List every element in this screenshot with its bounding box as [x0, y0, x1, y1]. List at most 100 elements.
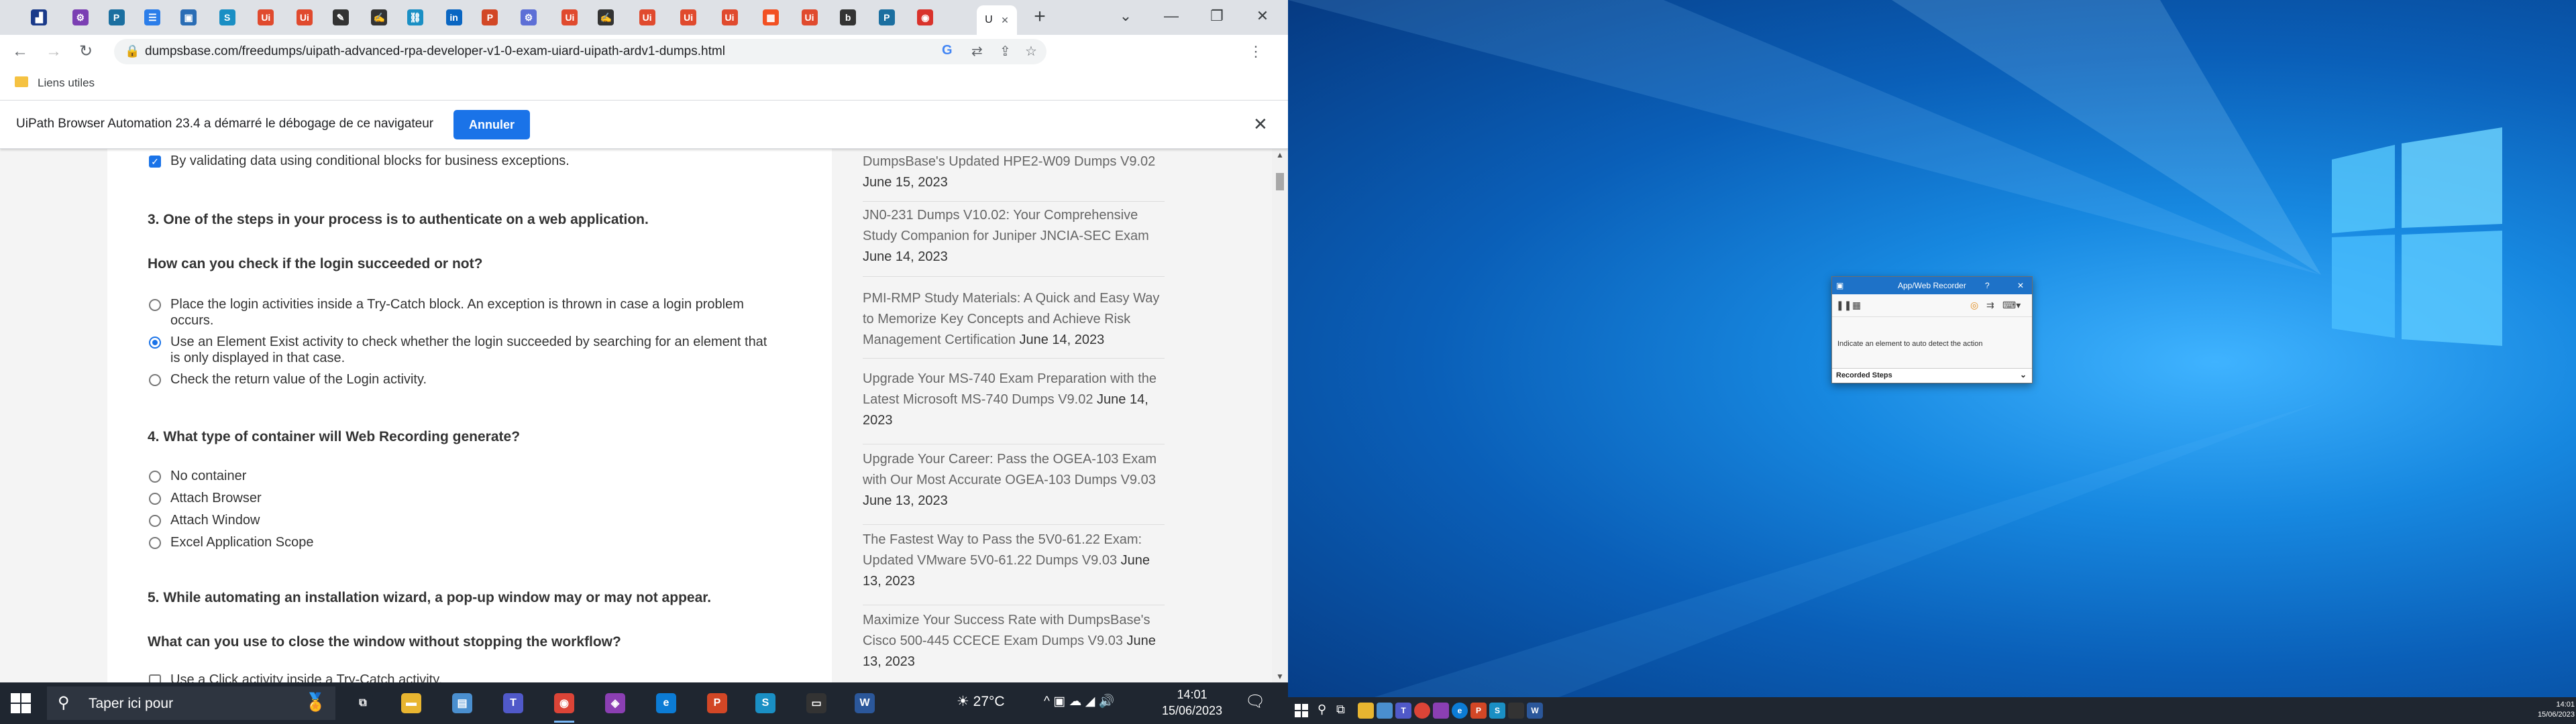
- doc-tab[interactable]: ✎: [327, 5, 354, 29]
- forward-button[interactable]: →: [42, 40, 66, 64]
- gear-tab[interactable]: ⚙: [515, 5, 542, 29]
- post-link-5[interactable]: Upgrade Your Career: Pass the OGEA-103 E…: [863, 449, 1165, 511]
- q4-option-4-radio[interactable]: [149, 537, 161, 549]
- q4-option-1-radio[interactable]: [149, 471, 161, 483]
- tab-active[interactable]: U ✕: [977, 5, 1017, 35]
- file-explorer-icon[interactable]: ▬: [397, 689, 425, 717]
- list-tab[interactable]: ☰: [139, 5, 166, 29]
- post-link-6[interactable]: The Fastest Way to Pass the 5V0-61.22 Ex…: [863, 530, 1165, 592]
- google-icon[interactable]: G: [942, 43, 953, 58]
- minimize-button[interactable]: —: [1151, 3, 1191, 29]
- taskbar-clock-secondary[interactable]: 14:01 15/06/2023: [2537, 700, 2575, 720]
- reload-button[interactable]: ↻: [74, 40, 98, 64]
- settings-tab[interactable]: ⚙: [67, 5, 94, 29]
- tab-close-icon[interactable]: ✕: [1001, 15, 1009, 26]
- infobar-close-icon[interactable]: ✕: [1253, 114, 1268, 135]
- scroll-down-arrow-icon[interactable]: ▼: [1276, 672, 1284, 681]
- uipath-assistant-icon[interactable]: [1433, 703, 1449, 719]
- post-link-3[interactable]: PMI-RMP Study Materials: A Quick and Eas…: [863, 288, 1165, 351]
- ui-tab-5[interactable]: Ui: [675, 5, 702, 29]
- post-link-1[interactable]: DumpsBase's Updated HPE2-W09 Dumps V9.02…: [863, 152, 1165, 193]
- linkedin-tab[interactable]: in: [441, 5, 468, 29]
- post-link-4[interactable]: Upgrade Your MS-740 Exam Preparation wit…: [863, 369, 1165, 431]
- b-tab[interactable]: b: [835, 5, 861, 29]
- q4-option-3-radio[interactable]: [149, 515, 161, 527]
- share-icon[interactable]: ⇪: [1000, 43, 1011, 60]
- new-tab-button[interactable]: +: [1029, 7, 1051, 28]
- q5-option-1-checkbox[interactable]: [149, 674, 161, 682]
- close-window-button[interactable]: ✕: [1242, 3, 1283, 29]
- record-tab[interactable]: ◉: [912, 5, 938, 29]
- recorder-titlebar[interactable]: ▣ App/Web Recorder ? ✕: [1832, 277, 2032, 294]
- tab-search-button[interactable]: ⌄: [1106, 3, 1146, 29]
- bookmark-folder-liens-utiles[interactable]: Liens utiles: [38, 76, 95, 90]
- uipath-assistant-icon[interactable]: ◈: [601, 689, 629, 717]
- file-explorer-icon[interactable]: [1358, 703, 1374, 719]
- terminal-icon[interactable]: [1508, 703, 1524, 719]
- windows-start-icon[interactable]: [11, 693, 31, 713]
- notification-center-icon[interactable]: 🗨: [1245, 692, 1265, 711]
- target-icon[interactable]: ◎: [1970, 300, 1978, 311]
- weather-widget[interactable]: ☀ 27°C: [957, 693, 1005, 710]
- edge-icon[interactable]: e: [652, 689, 680, 717]
- system-tray-icons[interactable]: ^ ▣ ☁ ◢ 🔊: [1044, 693, 1114, 709]
- powerpoint-icon[interactable]: P: [1470, 703, 1487, 719]
- word-icon[interactable]: W: [851, 689, 879, 717]
- search-icon[interactable]: ⚲: [1318, 703, 1326, 717]
- taskbar-clock[interactable]: 14:01 15/06/2023: [1155, 686, 1229, 719]
- p-tab-2[interactable]: P: [873, 5, 900, 29]
- translate-icon[interactable]: ⇄: [971, 43, 983, 60]
- p-tab-1[interactable]: P: [103, 5, 130, 29]
- word-icon[interactable]: W: [1527, 703, 1543, 719]
- post-link-7[interactable]: Maximize Your Success Rate with DumpsBas…: [863, 610, 1165, 672]
- address-bar[interactable]: 🔒 dumpsbase.com/freedumps/uipath-advance…: [114, 39, 1046, 64]
- restore-button[interactable]: ❐: [1197, 3, 1237, 29]
- teams-icon[interactable]: T: [499, 689, 527, 717]
- sign-tab-2[interactable]: ✍: [592, 5, 619, 29]
- recorder-close-icon[interactable]: ✕: [2017, 281, 2024, 290]
- analytics-tab[interactable]: ▟: [25, 5, 52, 29]
- ui-tab-2[interactable]: Ui: [291, 5, 318, 29]
- page-scrollbar[interactable]: ▲ ▼: [1272, 149, 1288, 682]
- notepad-app-icon[interactable]: [1377, 703, 1393, 719]
- bookmark-star-icon[interactable]: ☆: [1025, 43, 1037, 60]
- teams-tab[interactable]: ▣: [175, 5, 202, 29]
- powerpoint-icon[interactable]: P: [703, 689, 731, 717]
- ui-tab-6[interactable]: Ui: [716, 5, 743, 29]
- link-tab[interactable]: ⛓: [402, 5, 429, 29]
- terminal-icon[interactable]: ▭: [802, 689, 830, 717]
- edge-icon[interactable]: e: [1452, 703, 1468, 719]
- cancel-debugging-button[interactable]: Annuler: [453, 110, 530, 139]
- scroll-up-arrow-icon[interactable]: ▲: [1276, 150, 1284, 160]
- ui-tab-7[interactable]: Ui: [796, 5, 823, 29]
- q3-option-3-radio[interactable]: [149, 374, 161, 386]
- task-view-icon[interactable]: ⧉: [349, 689, 377, 717]
- teams-icon[interactable]: T: [1395, 703, 1411, 719]
- dropdown-icon[interactable]: ⌨▾: [2002, 300, 2021, 311]
- chrome-icon[interactable]: ◉: [550, 689, 578, 723]
- notepad-app-icon[interactable]: ▤: [448, 689, 476, 717]
- sign-tab[interactable]: ✍: [366, 5, 392, 29]
- post-link-2[interactable]: JN0-231 Dumps V10.02: Your Comprehensive…: [863, 205, 1165, 267]
- uipath-studio-icon[interactable]: S: [1489, 703, 1505, 719]
- recorded-steps-header[interactable]: Recorded Steps ⌄: [1832, 368, 2032, 383]
- menu-icon[interactable]: ⋮: [1245, 42, 1267, 63]
- ui-tab-3[interactable]: Ui: [556, 5, 583, 29]
- back-button[interactable]: ←: [8, 40, 32, 64]
- windows-start-icon[interactable]: [1295, 704, 1308, 717]
- ui-tab-4[interactable]: Ui: [634, 5, 661, 29]
- answer-checkbox[interactable]: ✓: [149, 156, 161, 168]
- uipath-studio-icon[interactable]: S: [751, 689, 780, 717]
- options-icon[interactable]: ⇉: [1986, 300, 1994, 311]
- pause-icon[interactable]: ❚❚: [1836, 300, 1851, 311]
- taskbar-search-box[interactable]: ⚲ Taper ici pour 🏅: [47, 686, 335, 720]
- ui-tab-1[interactable]: Ui: [252, 5, 279, 29]
- q3-option-1-radio[interactable]: [149, 299, 161, 311]
- microsoft-tab[interactable]: ▦: [757, 5, 784, 29]
- q4-option-2-radio[interactable]: [149, 493, 161, 505]
- chrome-icon[interactable]: [1414, 703, 1430, 719]
- scroll-thumb[interactable]: [1276, 173, 1284, 190]
- record-mode-icon[interactable]: ▦: [1852, 300, 1861, 311]
- ppt-tab[interactable]: P: [476, 5, 503, 29]
- task-view-icon[interactable]: ⧉: [1336, 703, 1345, 717]
